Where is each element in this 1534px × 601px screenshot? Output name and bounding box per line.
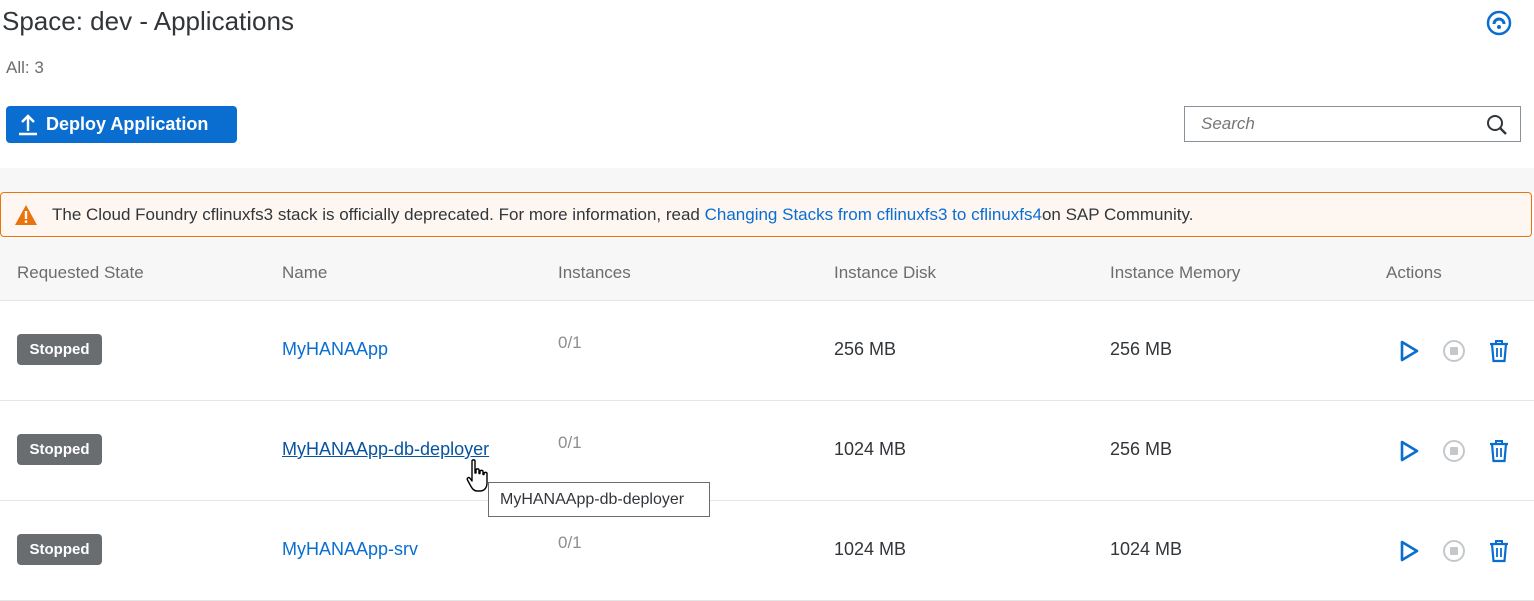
column-header-requested-state[interactable]: Requested State — [17, 263, 144, 283]
column-header-name[interactable]: Name — [282, 263, 327, 283]
search-field[interactable] — [1184, 106, 1521, 142]
deploy-button-label: Deploy Application — [46, 114, 209, 134]
table-row[interactable]: Stopped MyHANAApp-db-deployer 0/1 1024 M… — [0, 401, 1534, 501]
column-header-actions: Actions — [1386, 263, 1442, 282]
deprecation-warning-strip: The Cloud Foundry cflinuxfs3 stack is of… — [0, 192, 1532, 237]
app-name-link[interactable]: MyHANAApp-db-deployer — [282, 439, 489, 460]
instance-memory-value: 1024 MB — [1110, 539, 1183, 559]
toolbar-separator-strip — [0, 168, 1534, 192]
trash-icon[interactable] — [1486, 438, 1512, 464]
status-badge: Stopped — [17, 434, 102, 465]
instance-memory-value: 256 MB — [1110, 439, 1173, 459]
column-header-instances[interactable]: Instances — [558, 263, 631, 283]
hand-pointer-icon — [466, 459, 488, 492]
stop-icon[interactable] — [1441, 438, 1467, 464]
warning-text-before: The Cloud Foundry cflinuxfs3 stack is of… — [52, 204, 700, 224]
tooltip: MyHANAApp-db-deployer — [488, 482, 710, 517]
help-button[interactable] — [1486, 10, 1512, 36]
trash-icon[interactable] — [1486, 538, 1512, 564]
column-header-instance-disk[interactable]: Instance Disk — [834, 263, 936, 283]
deploy-application-button[interactable]: Deploy Application — [6, 106, 237, 143]
instance-disk-value: 1024 MB — [834, 439, 907, 459]
stop-icon[interactable] — [1441, 338, 1467, 364]
status-badge: Stopped — [17, 334, 102, 365]
search-input[interactable] — [1199, 107, 1483, 141]
stop-icon[interactable] — [1441, 538, 1467, 564]
trash-icon[interactable] — [1486, 338, 1512, 364]
upload-icon — [19, 113, 37, 135]
app-name-link[interactable]: MyHANAApp — [282, 339, 388, 360]
play-icon[interactable] — [1396, 438, 1422, 464]
instances-value: 0/1 — [558, 533, 582, 552]
warning-text-after: on SAP Community. — [1041, 204, 1194, 224]
instances-value: 0/1 — [558, 433, 582, 452]
instance-disk-value: 1024 MB — [834, 539, 907, 559]
column-header-instance-memory[interactable]: Instance Memory — [1110, 263, 1240, 283]
help-icon — [1486, 10, 1512, 36]
application-count: All: 3 — [6, 58, 44, 77]
page-title: Space: dev - Applications — [2, 6, 294, 36]
play-icon[interactable] — [1396, 338, 1422, 364]
changing-stacks-link[interactable]: Changing Stacks from cflinuxfs3 to cflin… — [705, 205, 1042, 225]
instance-memory-value: 256 MB — [1110, 339, 1173, 359]
search-icon[interactable] — [1486, 114, 1508, 136]
instance-disk-value: 256 MB — [834, 339, 897, 359]
warning-icon — [15, 204, 37, 225]
play-icon[interactable] — [1396, 538, 1422, 564]
table-row[interactable]: Stopped MyHANAApp-srv 0/1 1024 MB 1024 M… — [0, 501, 1534, 601]
table-header: Requested State Name Instances Instance … — [0, 238, 1534, 301]
instances-value: 0/1 — [558, 333, 582, 352]
table-row[interactable]: Stopped MyHANAApp 0/1 256 MB 256 MB — [0, 301, 1534, 401]
app-name-link[interactable]: MyHANAApp-srv — [282, 539, 418, 560]
status-badge: Stopped — [17, 534, 102, 565]
